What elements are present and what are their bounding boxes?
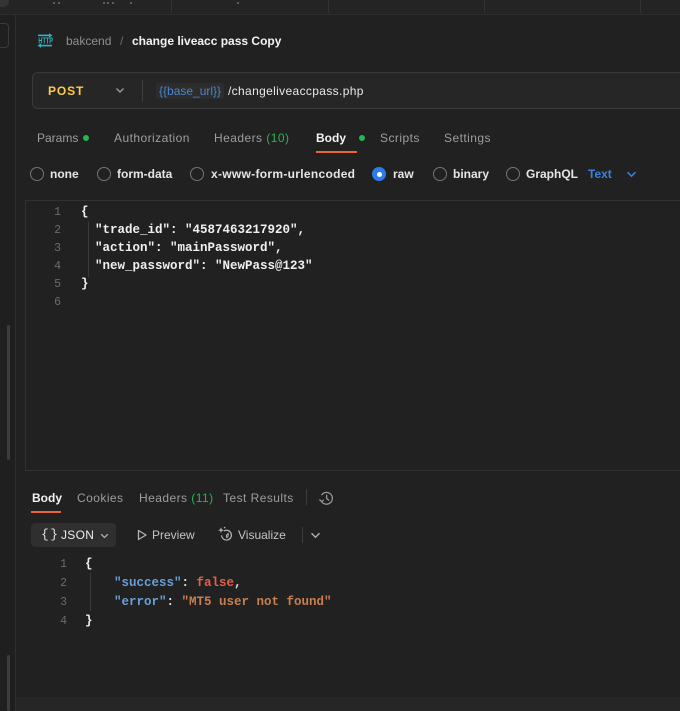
svg-text:HTTP: HTTP [38, 38, 53, 46]
